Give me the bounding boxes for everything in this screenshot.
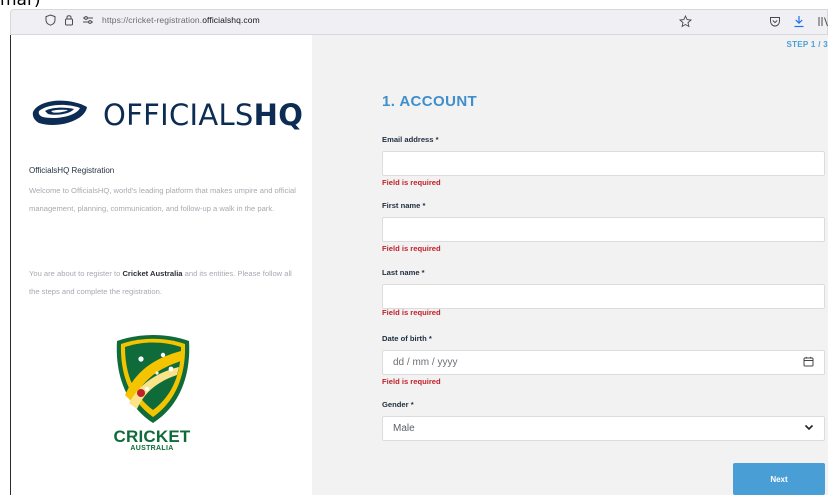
date-placeholder: dd / mm / yyyy	[393, 357, 458, 368]
url-domain: officialshq.com	[202, 15, 260, 25]
logo-wordmark-bold: HQ	[253, 97, 304, 132]
registration-form-panel: STEP 1 / 3 1. ACCOUNT Email address * Fi…	[312, 35, 828, 495]
star-icon[interactable]	[679, 15, 692, 28]
first-name-label: First name *	[382, 201, 426, 210]
email-error: Field is required	[382, 178, 441, 187]
chevron-down-icon[interactable]	[804, 423, 814, 434]
url-prefix: https://cricket-registration.	[102, 15, 203, 25]
email-field[interactable]	[382, 151, 825, 176]
gender-select[interactable]: Male	[382, 416, 825, 441]
lock-icon[interactable]	[64, 14, 74, 26]
logo-wordmark: OFFICIALSHQ	[103, 98, 303, 132]
officialshq-logo: OFFICIALSHQ	[29, 95, 303, 134]
note-prefix: You are about to register to	[29, 269, 123, 278]
step-indicator: STEP 1 / 3	[786, 40, 828, 49]
top-crop-text: mar)	[0, 0, 41, 9]
whistle-logo-icon	[29, 95, 91, 134]
gender-label: Gender *	[382, 400, 414, 409]
url-text[interactable]: https://cricket-registration.officialshq…	[102, 15, 260, 25]
last-name-error: Field is required	[382, 308, 441, 317]
cricket-australia-name: CRICKET	[113, 427, 191, 446]
calendar-icon[interactable]	[803, 356, 814, 370]
welcome-panel: OFFICIALSHQ OfficialsHQ Registration Wel…	[11, 35, 312, 495]
pocket-icon[interactable]	[769, 16, 781, 27]
date-of-birth-field[interactable]: dd / mm / yyyy	[382, 350, 825, 375]
browser-url-bar[interactable]: https://cricket-registration.officialshq…	[10, 9, 828, 35]
registration-description: Welcome to OfficialsHQ, world's leading …	[29, 186, 296, 213]
email-label: Email address *	[382, 135, 439, 144]
shield-icon[interactable]	[45, 14, 56, 26]
download-icon[interactable]	[793, 15, 805, 28]
logo-wordmark-light: OFFICIALS	[103, 97, 254, 132]
gender-selected-value: Male	[393, 423, 415, 434]
library-icon[interactable]	[817, 15, 828, 28]
date-of-birth-label: Date of birth *	[382, 334, 432, 343]
note-organization: Cricket Australia	[122, 269, 183, 278]
last-name-field[interactable]	[382, 284, 825, 309]
registration-title: OfficialsHQ Registration	[29, 166, 115, 175]
registration-note: You are about to register to Cricket Aus…	[29, 265, 297, 301]
date-of-birth-error: Field is required	[382, 377, 441, 386]
first-name-error: Field is required	[382, 244, 441, 253]
section-title: 1. ACCOUNT	[382, 93, 478, 110]
cricket-australia-subtitle: AUSTRALIA	[130, 445, 174, 452]
next-button[interactable]: Next	[733, 463, 825, 495]
cricket-australia-crest-icon	[111, 333, 195, 430]
last-name-label: Last name *	[382, 268, 425, 277]
permissions-icon[interactable]	[82, 15, 94, 25]
first-name-field[interactable]	[382, 217, 825, 242]
